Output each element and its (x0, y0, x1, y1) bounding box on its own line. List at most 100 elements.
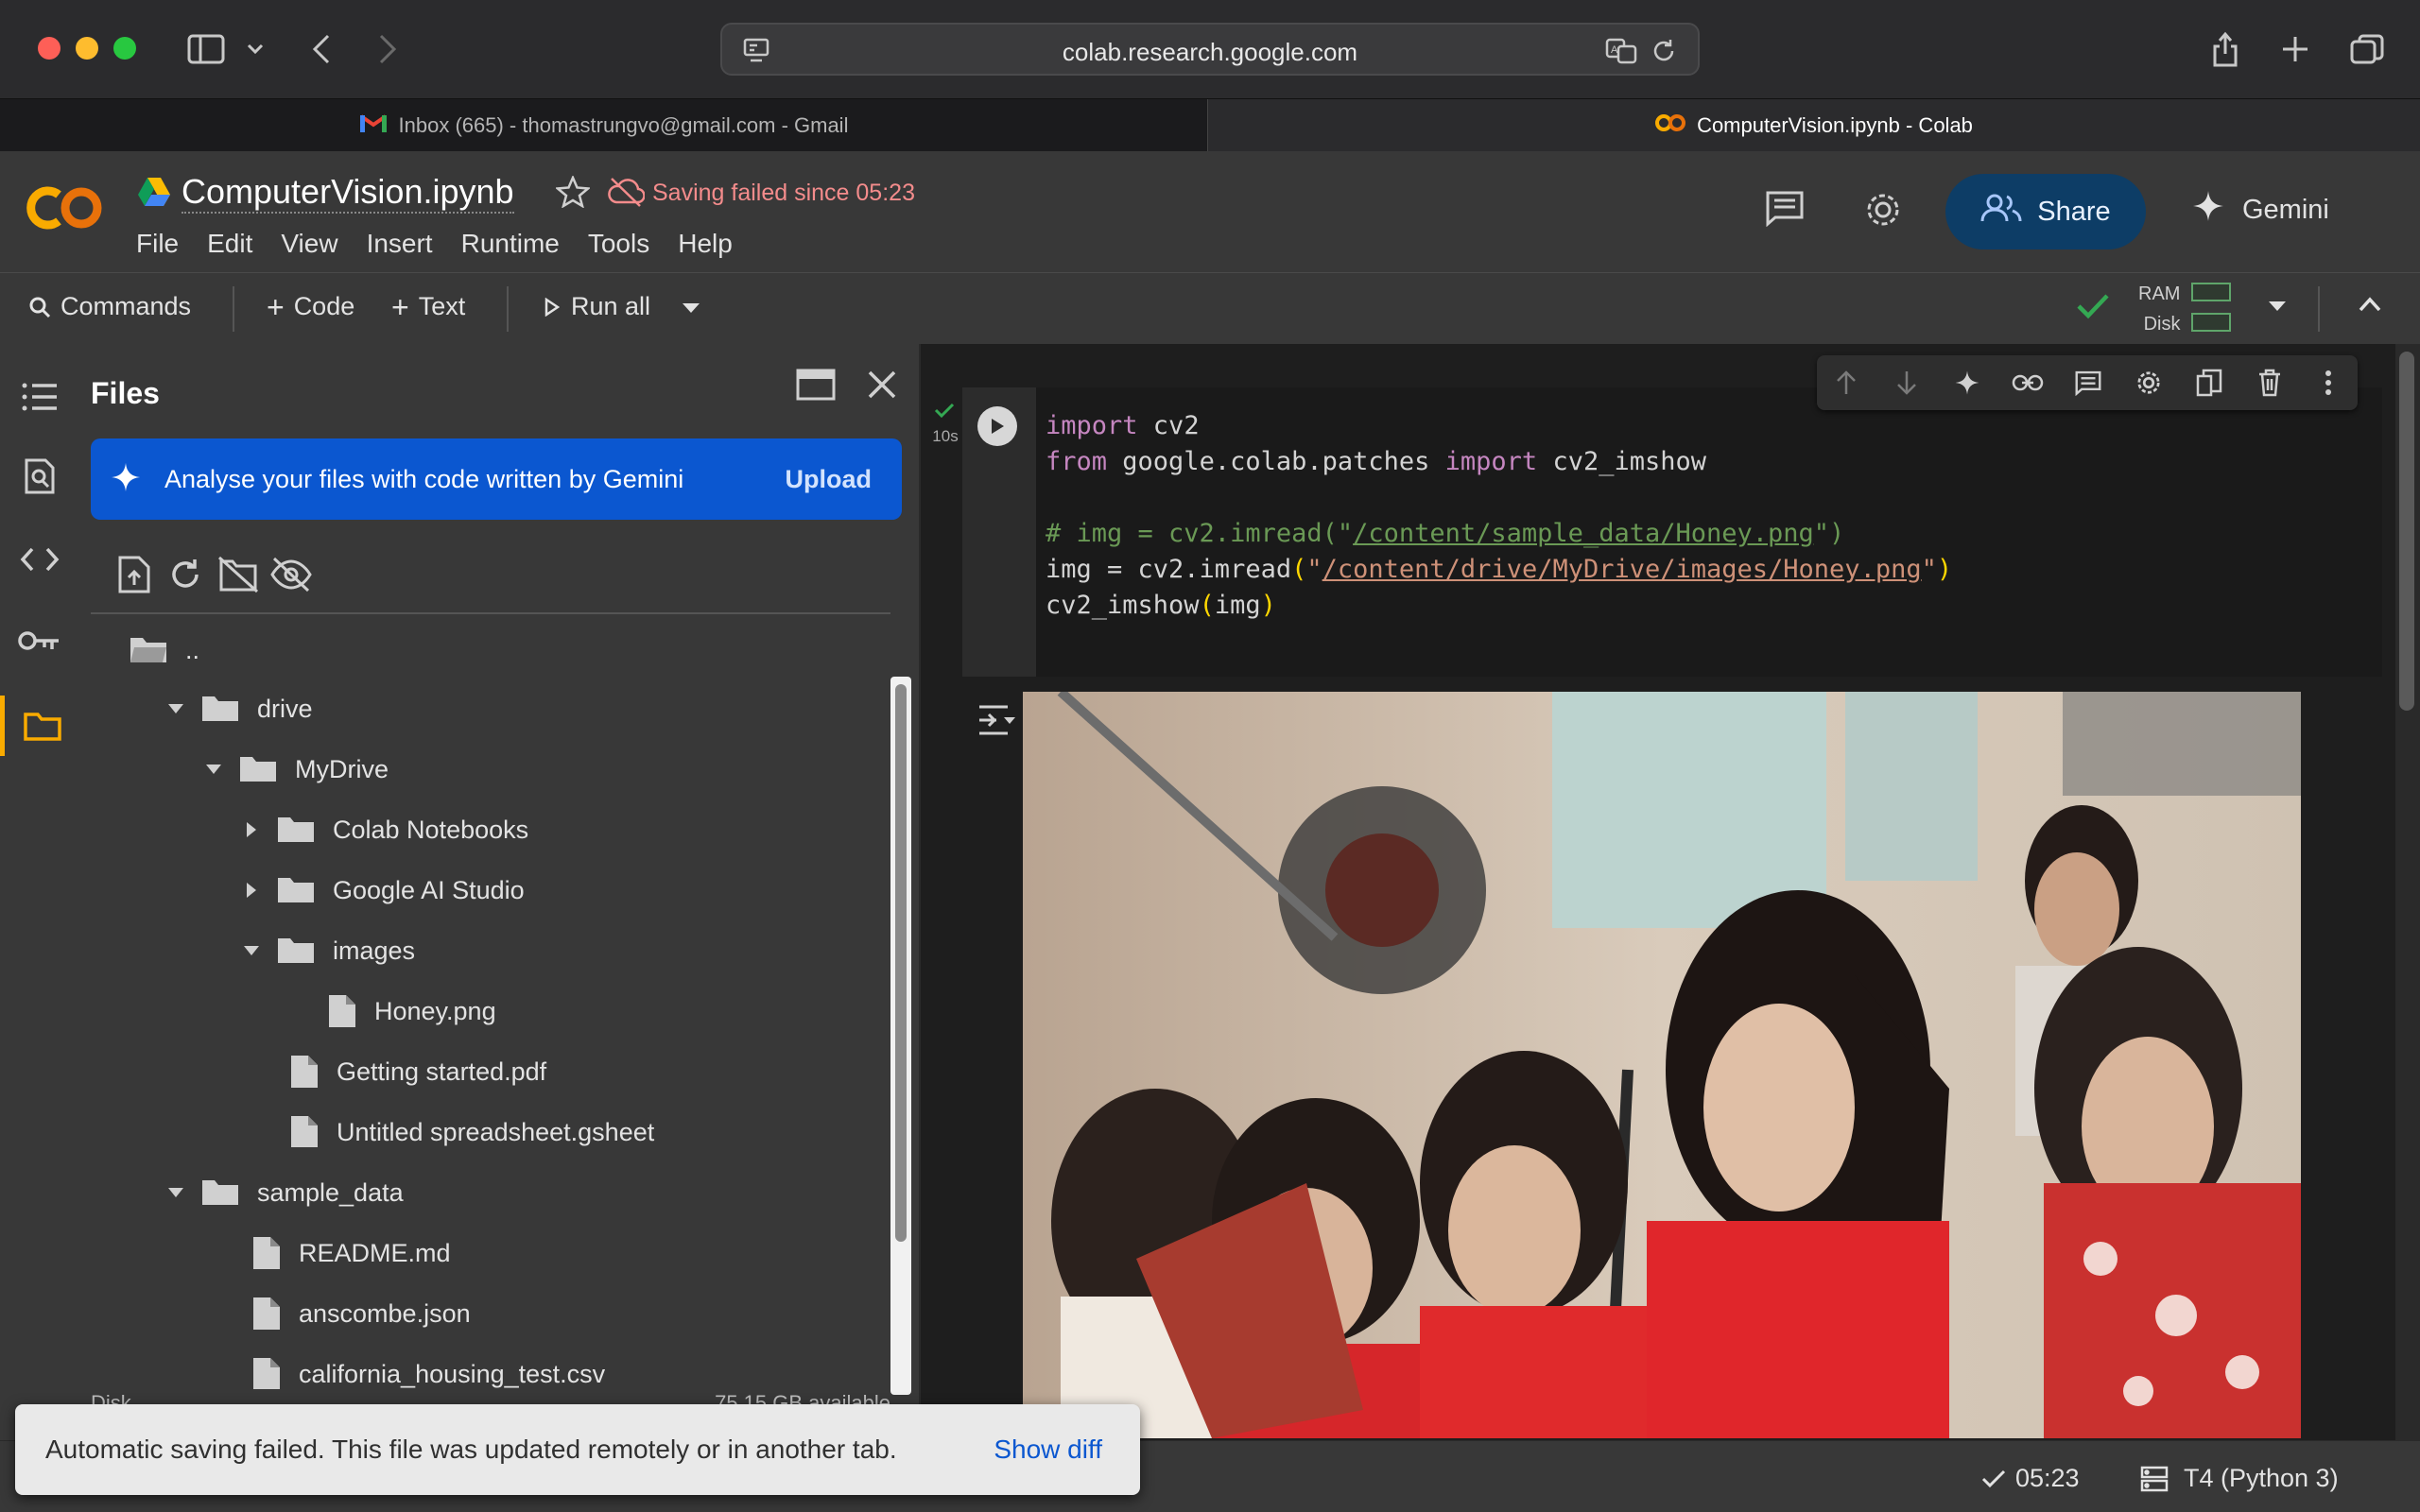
caret-down-icon[interactable] (159, 703, 193, 714)
caret-down-icon[interactable] (197, 764, 231, 775)
window-minimize-button[interactable] (76, 37, 98, 60)
tree-item-sample-data[interactable]: sample_data (159, 1162, 404, 1223)
new-tab-icon[interactable] (2276, 28, 2314, 70)
resource-monitor[interactable]: RAM Disk (2138, 279, 2180, 339)
comment-icon[interactable] (1764, 189, 1806, 232)
sidebar-toggle-icon[interactable] (182, 28, 231, 70)
save-status[interactable]: Saving failed since 05:23 (652, 180, 915, 207)
menu-runtime[interactable]: Runtime (461, 229, 560, 259)
open-in-window-icon[interactable] (796, 369, 836, 405)
unmount-drive-icon[interactable] (212, 548, 265, 601)
run-all-button[interactable]: Run all (544, 292, 650, 321)
forward-arrow-icon[interactable] (369, 28, 406, 70)
find-replace-icon[interactable] (0, 446, 79, 507)
upload-button[interactable]: Upload (786, 465, 873, 494)
colab-logo-icon[interactable] (26, 183, 106, 237)
run-all-dropdown-icon[interactable] (681, 301, 701, 315)
tree-item-parent[interactable]: .. (129, 620, 199, 680)
tree-item-google-ai-studio[interactable]: Google AI Studio (234, 860, 525, 920)
back-arrow-icon[interactable] (302, 28, 340, 70)
code-snippets-icon[interactable] (0, 529, 79, 590)
move-down-icon[interactable] (1891, 367, 1923, 399)
tree-item-getting-started-pdf[interactable]: Getting started.pdf (289, 1041, 546, 1102)
files-folder-icon[interactable] (0, 696, 79, 756)
caret-right-icon[interactable] (234, 882, 268, 899)
toolbar-divider (507, 286, 509, 332)
more-vert-icon[interactable] (2312, 367, 2344, 399)
address-bar[interactable]: colab.research.google.com A (720, 23, 1700, 76)
tree-item-california-housing-test[interactable]: california_housing_test.csv (251, 1344, 605, 1389)
translate-icon[interactable]: A (1605, 38, 1637, 69)
disk-label: Disk (2143, 314, 2181, 335)
comment-icon[interactable] (2072, 367, 2104, 399)
code-editor[interactable]: import cv2 from google.colab.patches impo… (1046, 408, 1952, 624)
share-label: Share (2037, 196, 2111, 227)
menu-edit[interactable]: Edit (207, 229, 252, 259)
menu-view[interactable]: View (281, 229, 337, 259)
add-code-button[interactable]: + Code (267, 289, 354, 324)
upload-file-icon[interactable] (108, 548, 161, 601)
menu-tools[interactable]: Tools (588, 229, 649, 259)
window-close-button[interactable] (38, 37, 60, 60)
tree-item-images[interactable]: images (234, 920, 415, 981)
connected-check-icon[interactable] (2076, 292, 2110, 325)
tree-item-anscombe-json[interactable]: anscombe.json (251, 1283, 471, 1344)
output-actions-icon[interactable] (976, 703, 1017, 742)
notebook-scrollbar-thumb[interactable] (2399, 352, 2414, 711)
tree-item-drive[interactable]: drive (159, 679, 313, 739)
link-icon[interactable] (2012, 367, 2044, 399)
delete-icon[interactable] (2254, 367, 2286, 399)
tree-item-label: MyDrive (295, 754, 389, 783)
cloud-off-icon[interactable] (607, 176, 646, 213)
commands-button[interactable]: Commands (28, 292, 191, 321)
files-scrollbar-thumb[interactable] (895, 684, 907, 1242)
reload-icon[interactable] (1651, 38, 1677, 69)
close-icon[interactable] (866, 369, 898, 405)
menu-insert[interactable]: Insert (367, 229, 433, 259)
output-image[interactable] (1023, 692, 2301, 1438)
mirror-cell-icon[interactable] (2193, 367, 2225, 399)
key-icon[interactable] (0, 610, 79, 671)
google-drive-icon[interactable] (136, 176, 172, 213)
tree-item-mydrive[interactable]: MyDrive (197, 739, 389, 799)
code-cell[interactable]: import cv2 from google.colab.patches impo… (962, 387, 2382, 677)
gear-icon[interactable] (1862, 189, 1904, 235)
caret-down-icon[interactable] (159, 1187, 193, 1198)
runtime-dropdown-icon[interactable] (2267, 300, 2288, 318)
move-up-icon[interactable] (1830, 367, 1862, 399)
tab-overview-icon[interactable] (2346, 28, 2388, 70)
plus-icon: + (267, 289, 285, 324)
tab-gmail[interactable]: Inbox (665) - thomastrungvo@gmail.com - … (0, 99, 1208, 152)
tree-item-colab-notebooks[interactable]: Colab Notebooks (234, 799, 528, 860)
chevron-down-icon[interactable] (242, 28, 268, 70)
caret-right-icon[interactable] (234, 821, 268, 838)
run-cell-button[interactable] (977, 406, 1017, 446)
window-zoom-button[interactable] (113, 37, 136, 60)
gemini-banner[interactable]: Analyse your files with code written by … (91, 438, 902, 520)
url-text[interactable]: colab.research.google.com (722, 38, 1698, 67)
folder-icon (200, 693, 240, 725)
gemini-button[interactable]: Gemini (2191, 189, 2329, 231)
gear-icon[interactable] (2133, 367, 2165, 399)
tab-colab[interactable]: ComputerVision.ipynb - Colab (1208, 99, 2420, 152)
check-icon (1981, 1469, 2006, 1489)
collapse-chevron-icon[interactable] (2358, 296, 2382, 318)
notebook-title[interactable]: ComputerVision.ipynb (182, 172, 514, 214)
add-text-button[interactable]: + Text (391, 292, 465, 322)
refresh-icon[interactable] (159, 548, 212, 601)
tree-item-untitled-spreadsheet[interactable]: Untitled spreadsheet.gsheet (289, 1102, 654, 1147)
sparkle-icon[interactable] (1951, 367, 1983, 399)
tree-item-readme[interactable]: README.md (251, 1223, 451, 1283)
table-of-contents-icon[interactable] (0, 367, 79, 427)
show-diff-button[interactable]: Show diff (994, 1435, 1102, 1465)
share-button[interactable]: Share (1945, 174, 2146, 249)
runtime-status[interactable]: T4 (Python 3) (2140, 1464, 2339, 1493)
menu-help[interactable]: Help (678, 229, 733, 259)
caret-down-icon[interactable] (234, 945, 268, 956)
hide-hidden-files-icon[interactable] (265, 548, 318, 601)
menu-file[interactable]: File (136, 229, 179, 259)
share-page-icon[interactable] (2206, 28, 2244, 70)
star-icon[interactable] (554, 174, 592, 213)
tree-item-honey-png[interactable]: Honey.png (327, 981, 496, 1041)
last-run-status[interactable]: 05:23 (1981, 1464, 2080, 1493)
